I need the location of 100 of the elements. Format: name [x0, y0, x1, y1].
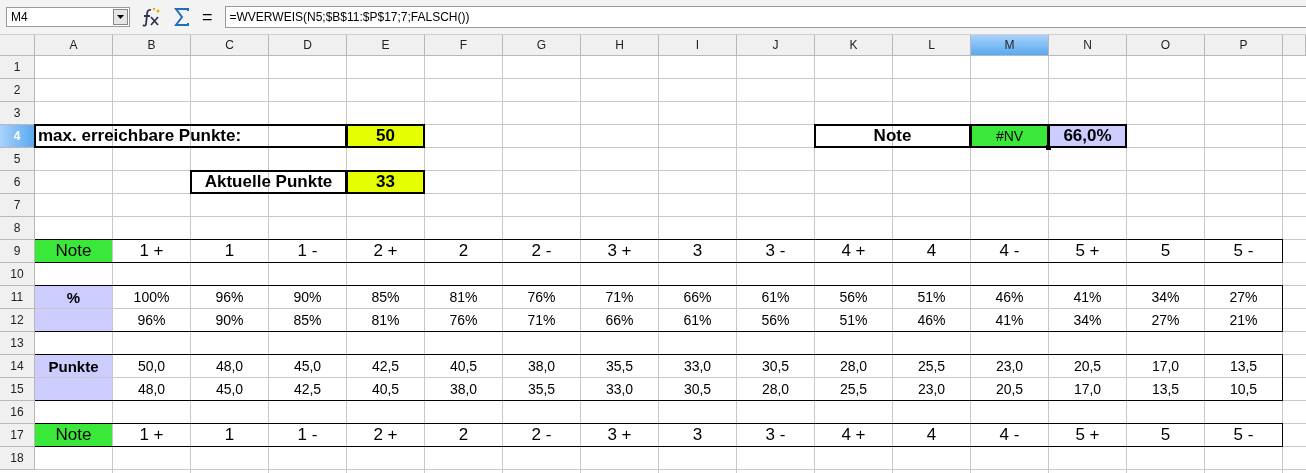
table-cell-text: 1 + — [138, 424, 165, 446]
table-cell-text: 38,0 — [526, 357, 557, 376]
table-cell: 33 — [346, 170, 425, 194]
table-cell-text: 5 - — [1232, 240, 1255, 262]
table-cell-text: 46% — [916, 311, 947, 330]
name-box[interactable]: M4 — [6, 7, 130, 27]
row-header[interactable]: 14 — [0, 355, 35, 378]
column-header[interactable]: N — [1049, 35, 1127, 56]
table-cell-text: 61% — [682, 311, 713, 330]
column-header[interactable]: I — [659, 35, 737, 56]
table-cell-text: 17,0 — [1072, 380, 1103, 399]
table-cell-text: 51% — [916, 288, 947, 307]
table-cell-text: 1 - — [296, 424, 319, 446]
column-header[interactable]: D — [269, 35, 347, 56]
table-cell-text: 34% — [1150, 288, 1181, 307]
table-cell-text: 5 — [1159, 424, 1172, 446]
table-cell-text: 96% — [214, 288, 245, 307]
row-header[interactable]: 7 — [0, 194, 35, 217]
dropdown-button[interactable] — [113, 9, 128, 25]
column-header[interactable]: F — [425, 35, 503, 56]
row-header[interactable]: 3 — [0, 102, 35, 125]
table-cell-text: 30,5 — [682, 380, 713, 399]
formula-button[interactable]: = — [198, 6, 217, 28]
table-cell-text: 85% — [292, 311, 323, 330]
table-cell-text: 3 + — [606, 424, 633, 446]
row-header[interactable]: 2 — [0, 79, 35, 102]
table-cell-text: 76% — [526, 288, 557, 307]
table-cell-text: 4 - — [998, 424, 1021, 446]
table-cell-text: 61% — [760, 288, 791, 307]
table-cell-text: 1 — [223, 240, 236, 262]
table-cell-text: 41% — [994, 311, 1025, 330]
row-header[interactable]: 17 — [0, 424, 35, 447]
table-cell-text: 4 — [925, 240, 938, 262]
column-header[interactable]: O — [1127, 35, 1205, 56]
table-cell: #NV — [970, 124, 1049, 148]
table-cell-text: 4 - — [998, 240, 1021, 262]
column-header[interactable]: L — [893, 35, 971, 56]
table-cell-text: 21% — [1228, 311, 1259, 330]
table-cell-text: 13,5 — [1228, 357, 1259, 376]
table-cell-text: 5 + — [1074, 240, 1101, 262]
formula-input[interactable]: =WVERWEIS(N5;$B$11:$P$17;7;FALSCH()) — [224, 6, 1306, 28]
table-cell-text: 17,0 — [1150, 357, 1181, 376]
column-header[interactable]: E — [347, 35, 425, 56]
row-header[interactable]: 18 — [0, 447, 35, 470]
row-header[interactable]: 9 — [0, 240, 35, 263]
table-cell-text: 27% — [1228, 288, 1259, 307]
table-cell-text: 3 + — [606, 240, 633, 262]
caret-icon — [117, 15, 124, 19]
column-header[interactable]: C — [191, 35, 269, 56]
table-cell-text: 5 + — [1074, 424, 1101, 446]
table-cell-text: 28,0 — [760, 380, 791, 399]
table-cell-text: 20,5 — [994, 380, 1025, 399]
row-header[interactable]: 8 — [0, 217, 35, 240]
table-cell-text: 4 — [925, 424, 938, 446]
table-cell-text: 81% — [370, 311, 401, 330]
table-cell-text: 3 — [691, 424, 704, 446]
table-cell-text: 96% — [136, 311, 167, 330]
row-header[interactable]: 6 — [0, 171, 35, 194]
row-header[interactable]: 15 — [0, 378, 35, 401]
table-cell-text: 38,0 — [448, 380, 479, 399]
table-cell-text: 40,5 — [370, 380, 401, 399]
row-header[interactable]: 10 — [0, 263, 35, 286]
table-cell-text: 2 — [457, 424, 470, 446]
table-cell-text: 48,0 — [136, 380, 167, 399]
table-cell-text: 4 + — [840, 424, 867, 446]
table-cell-text: 90% — [292, 288, 323, 307]
table-cell-text: 2 - — [530, 424, 553, 446]
function-wizard-icon[interactable] — [142, 7, 162, 27]
table-cell-text: 3 - — [764, 240, 787, 262]
table-cell-text: 23,0 — [916, 380, 947, 399]
table-cell-text: 56% — [838, 288, 869, 307]
table-cell-text: 34% — [1072, 311, 1103, 330]
column-header[interactable]: M — [971, 35, 1049, 56]
table-cell-text: 2 — [457, 240, 470, 262]
row-header[interactable]: 1 — [0, 56, 35, 79]
table-cell-text: 56% — [760, 311, 791, 330]
table-cell-text: 45,0 — [214, 380, 245, 399]
column-header[interactable]: K — [815, 35, 893, 56]
sum-icon[interactable] — [174, 8, 190, 26]
table-cell-text: 40,5 — [448, 357, 479, 376]
row-header[interactable]: 5 — [0, 148, 35, 171]
table-cell: 66,0% — [1048, 124, 1127, 148]
table-cell-text: 13,5 — [1150, 380, 1181, 399]
column-header[interactable]: B — [113, 35, 191, 56]
row-header[interactable]: 12 — [0, 309, 35, 332]
column-header[interactable]: J — [737, 35, 815, 56]
table-cell-text: 51% — [838, 311, 869, 330]
column-header[interactable]: G — [503, 35, 581, 56]
row-header[interactable]: 11 — [0, 286, 35, 309]
table-cell-text: 33,0 — [604, 380, 635, 399]
table-cell-text: 2 + — [372, 240, 399, 262]
row-header[interactable]: 16 — [0, 401, 35, 424]
table-cell-text: 42,5 — [370, 357, 401, 376]
table-cell: 50 — [346, 124, 425, 148]
column-header[interactable]: P — [1205, 35, 1283, 56]
column-header[interactable]: H — [581, 35, 659, 56]
column-header[interactable]: A — [35, 35, 113, 56]
table-cell-text: 4 + — [840, 240, 867, 262]
table-cell: Punkte — [35, 355, 112, 377]
row-header[interactable]: 13 — [0, 332, 35, 355]
